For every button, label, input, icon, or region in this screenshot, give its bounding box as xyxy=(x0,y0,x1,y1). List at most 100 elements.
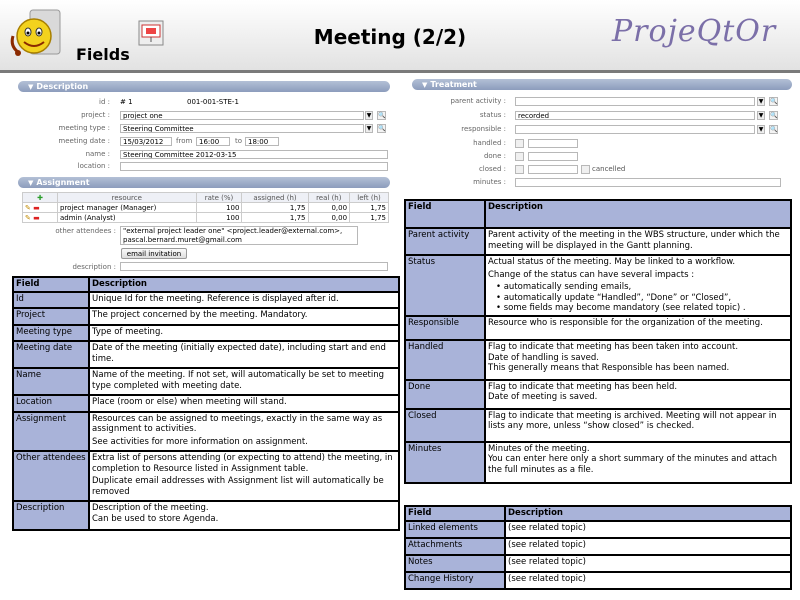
minutes-input[interactable] xyxy=(515,178,781,187)
parent-activity-select[interactable] xyxy=(515,97,755,106)
edit-icon[interactable]: ✎ xyxy=(25,204,31,212)
field-name: Minutes xyxy=(404,440,486,484)
field-name: Location xyxy=(12,394,90,413)
status-impacts-list: automatically sending emails, automatica… xyxy=(488,282,788,314)
assignment-panel-header[interactable]: ▼ Assignment xyxy=(18,177,390,188)
from-time-input[interactable]: 16:00 xyxy=(196,137,230,146)
field-description: You can enter here only a short summary … xyxy=(488,454,777,475)
field-description: The project concerned by the meeting. Ma… xyxy=(92,310,308,320)
treatment-panel-header[interactable]: ▼ Treatment xyxy=(412,79,792,90)
table-cell: 1,75 xyxy=(349,212,389,223)
reference-value: 001-001-STE-1 xyxy=(187,98,239,106)
field-description: See activities for more information on a… xyxy=(92,436,308,447)
email-invitation-button[interactable]: email invitation xyxy=(121,248,187,259)
description-input[interactable] xyxy=(120,262,388,271)
field-description: (see related topic) xyxy=(504,570,792,590)
id-label: id : xyxy=(99,98,110,106)
table-row: Handled Flag to indicate that meeting has… xyxy=(404,339,792,381)
description-panel-header[interactable]: ▼ Description xyxy=(18,81,390,92)
parent-activity-label: parent activity : xyxy=(450,97,506,105)
project-select[interactable]: project one xyxy=(120,111,364,120)
table-row: Responsible Resource who is responsible f… xyxy=(404,314,792,341)
name-input[interactable]: Steering Committee 2012-03-15 xyxy=(120,150,388,159)
column-header: resource xyxy=(57,192,197,203)
field-name: Responsible xyxy=(404,314,486,341)
status-dropdown-icon[interactable]: ▼ xyxy=(757,111,765,120)
responsible-label: responsible : xyxy=(461,125,506,133)
table-row: Location Place (room or else) when meetin… xyxy=(12,394,400,413)
assignment-add-cell[interactable]: ✚ xyxy=(22,192,58,203)
responsible-search-icon[interactable]: 🔍 xyxy=(769,125,778,134)
parent-activity-search-icon[interactable]: 🔍 xyxy=(769,97,778,106)
done-label: done : xyxy=(483,152,506,160)
responsible-select[interactable] xyxy=(515,125,755,134)
minutes-label: minutes : xyxy=(473,178,506,186)
column-header: Description xyxy=(484,199,792,229)
smiley-logo-icon xyxy=(10,9,61,56)
status-search-icon[interactable]: 🔍 xyxy=(769,111,778,120)
table-cell: admin (Analyst) xyxy=(57,212,197,223)
assignment-header-row: ✚ resource rate (%) assigned (h) real (h… xyxy=(22,192,389,203)
other-attendees-textarea[interactable]: "external project leader one" <project.l… xyxy=(120,226,358,245)
table-cell: project manager (Manager) xyxy=(57,202,197,213)
column-header: assigned (h) xyxy=(241,192,309,203)
handled-date-input[interactable] xyxy=(528,139,578,148)
table-cell: 0,00 xyxy=(307,202,351,213)
collapse-arrow-icon: ▼ xyxy=(28,83,34,91)
field-name: Closed xyxy=(404,407,486,443)
remove-icon[interactable]: ▬ xyxy=(33,214,40,222)
table-row: Meeting date Date of the meeting (initial… xyxy=(12,340,400,369)
list-item: automatically update “Handled”, “Done” o… xyxy=(496,293,788,304)
field-description: Minutes of the meeting. xyxy=(488,443,590,454)
treatment-panel-title: Treatment xyxy=(430,80,477,89)
field-description: Resource who is responsible for the orga… xyxy=(488,317,763,328)
responsible-dropdown-icon[interactable]: ▼ xyxy=(757,125,765,134)
done-checkbox[interactable] xyxy=(515,152,524,161)
presentation-icon[interactable] xyxy=(138,20,164,46)
field-name: Meeting date xyxy=(12,340,90,369)
to-time-input[interactable]: 18:00 xyxy=(245,137,279,146)
column-header: rate (%) xyxy=(195,192,243,203)
table-row: Change History (see related topic) xyxy=(404,570,792,590)
table-row: ✎ ▬ project manager (Manager) 100 1,75 0… xyxy=(22,202,389,213)
right-field-table: Field Description Parent activity Parent … xyxy=(404,199,792,484)
field-name: Meeting type xyxy=(12,323,90,342)
name-label: name : xyxy=(85,150,110,158)
edit-icon[interactable]: ✎ xyxy=(25,214,31,222)
field-description: Flag to indicate that meeting is archive… xyxy=(488,410,777,432)
parent-activity-dropdown-icon[interactable]: ▼ xyxy=(757,97,765,106)
done-date-input[interactable] xyxy=(528,152,578,161)
meeting-type-dropdown-icon[interactable]: ▼ xyxy=(365,124,373,133)
field-description: (see related topic) xyxy=(504,519,792,539)
field-name: Id xyxy=(12,290,90,309)
closed-date-input[interactable] xyxy=(528,165,578,174)
column-header: Description xyxy=(88,276,400,293)
meeting-type-search-icon[interactable]: 🔍 xyxy=(377,124,386,133)
field-name: Other attendees xyxy=(12,450,90,502)
meeting-type-select[interactable]: Steering Committee xyxy=(120,124,364,133)
field-description: Date of handling is saved. xyxy=(488,352,599,363)
field-description: Name of the meeting. If not set, will au… xyxy=(92,370,385,391)
field-description: Flag to indicate that meeting has been h… xyxy=(488,381,678,392)
location-input[interactable] xyxy=(120,162,388,171)
table-row: ✎ ▬ admin (Analyst) 100 1,75 0,00 1,75 xyxy=(22,212,389,223)
closed-checkbox[interactable] xyxy=(515,165,524,174)
list-item: automatically sending emails, xyxy=(496,282,788,293)
left-field-table: Field Description Id Unique Id for the me… xyxy=(12,276,400,531)
field-name: Name xyxy=(12,367,90,396)
table-header-row: Field Description xyxy=(404,505,792,522)
handled-checkbox[interactable] xyxy=(515,139,524,148)
field-name: Project xyxy=(12,307,90,326)
cancelled-checkbox[interactable] xyxy=(581,165,590,174)
add-icon[interactable]: ✚ xyxy=(37,194,43,202)
remove-icon[interactable]: ▬ xyxy=(33,204,40,212)
field-description: Type of meeting. xyxy=(92,326,164,337)
table-row: Status Actual status of the meeting. May… xyxy=(404,254,792,317)
field-description: Actual status of the meeting. May be lin… xyxy=(488,257,736,267)
meeting-date-input[interactable]: 15/03/2012 xyxy=(120,137,172,146)
status-select[interactable]: recorded xyxy=(515,111,755,120)
table-row: Name Name of the meeting. If not set, wil… xyxy=(12,367,400,396)
project-search-icon[interactable]: 🔍 xyxy=(377,111,386,120)
project-dropdown-icon[interactable]: ▼ xyxy=(365,111,373,120)
to-label: to xyxy=(235,137,243,145)
